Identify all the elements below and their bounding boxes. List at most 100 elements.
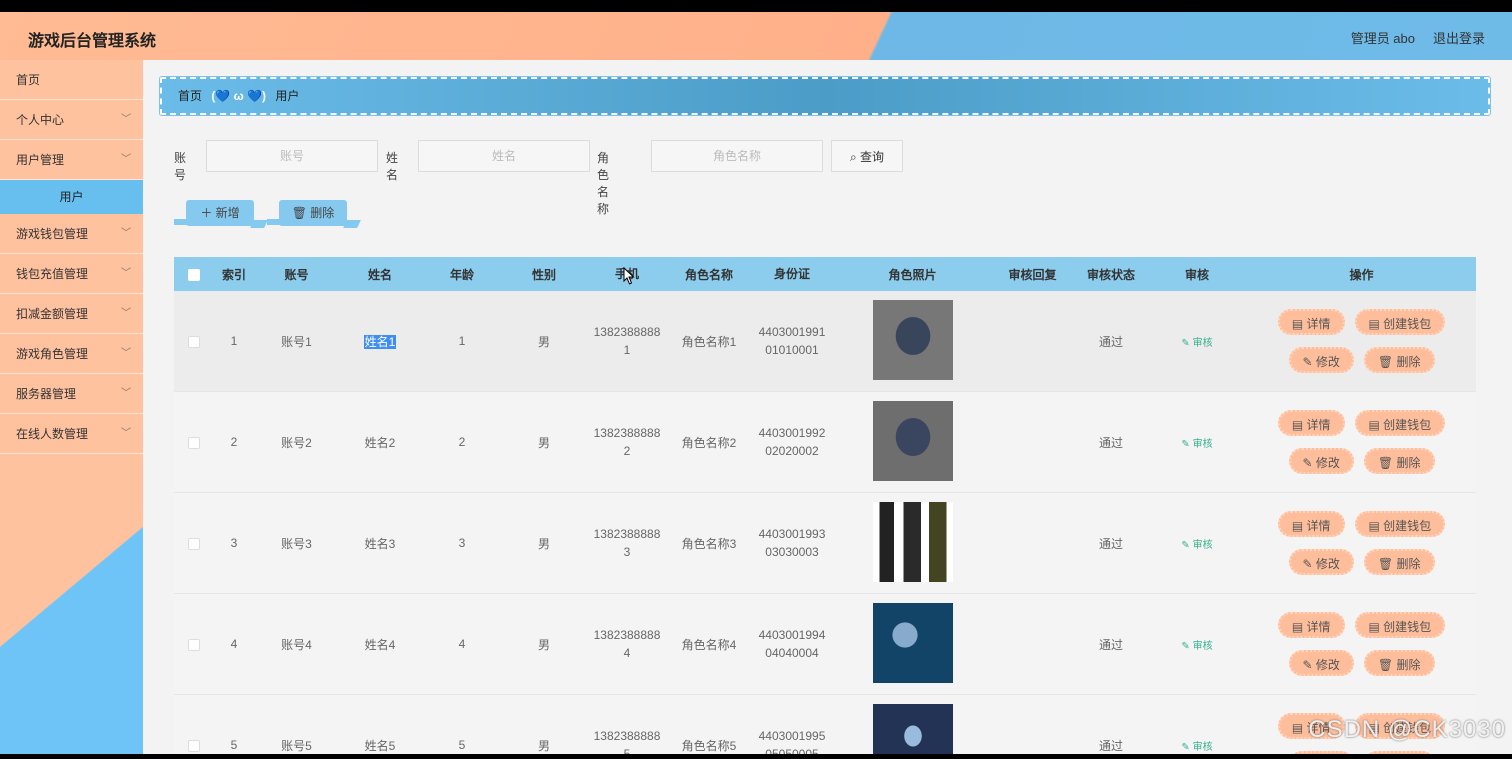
document-icon: ▤ <box>1368 519 1384 533</box>
audit-link[interactable]: ✎ 审核 <box>1181 439 1212 450</box>
row-checkbox[interactable] <box>188 537 200 550</box>
sidebar-item-user-management[interactable]: 用户管理 ﹀ <box>0 140 143 180</box>
cell-status: 通过 <box>1098 536 1123 551</box>
row-checkbox[interactable] <box>188 638 200 651</box>
sidebar-subitem-users[interactable]: 用户 <box>0 180 143 214</box>
cell-account: 账号5 <box>281 738 312 753</box>
logout-link[interactable]: 退出登录 <box>1433 28 1485 47</box>
edit-button[interactable]: ✎ 修改 <box>1288 448 1354 474</box>
cell-name: 姓名3 <box>339 535 421 552</box>
audit-link[interactable]: ✎ 审核 <box>1181 338 1212 349</box>
sidebar-item-deduction[interactable]: 扣减金额管理 ﹀ <box>0 294 143 334</box>
row-checkbox-cell <box>174 334 214 348</box>
cell-role: 角色名称3 <box>681 536 737 551</box>
audit-link[interactable]: ✎ 审核 <box>1181 540 1212 551</box>
cell-phone-line2: 4 <box>623 646 631 660</box>
query-button[interactable]: ⌕ 查询 <box>831 140 903 172</box>
cell-status: 通过 <box>1098 435 1123 450</box>
plus-icon: ＋ <box>200 206 216 220</box>
chevron-down-icon: ﹀ <box>121 228 131 239</box>
delete-button[interactable]: 🗑 删除 <box>1363 549 1435 575</box>
create-wallet-button[interactable]: ▤ 创建钱包 <box>1354 410 1446 436</box>
create-wallet-label: 创建钱包 <box>1383 620 1432 634</box>
delete-button[interactable]: 🗑 删除 <box>1363 650 1435 676</box>
cell-age: 3 <box>458 536 466 550</box>
row-checkbox[interactable] <box>188 739 200 752</box>
sidebar-item-label: 个人中心 <box>16 113 65 127</box>
cell-photo <box>835 400 990 484</box>
trash-icon: 🗑 <box>1377 658 1397 672</box>
cell-age: 5 <box>458 738 466 752</box>
trash-icon: 🗑 <box>1377 456 1397 470</box>
role-input[interactable] <box>651 140 823 172</box>
cell-status: 通过 <box>1098 738 1123 753</box>
cell-idcard: 4403001994 04040004 <box>749 626 835 662</box>
delete-button[interactable]: 🗑 删除 <box>1363 347 1435 373</box>
row-checkbox[interactable] <box>188 335 200 348</box>
sidebar-item-online-count[interactable]: 在线人数管理 ﹀ <box>0 414 143 454</box>
detail-button[interactable]: ▤ 详情 <box>1277 410 1345 436</box>
cell-index: 1 <box>230 334 238 348</box>
select-all-checkbox[interactable] <box>188 268 200 281</box>
detail-button[interactable]: ▤ 详情 <box>1277 612 1345 638</box>
name-input[interactable] <box>418 140 590 172</box>
create-wallet-label: 创建钱包 <box>1383 418 1432 432</box>
sidebar-item-label: 在线人数管理 <box>16 427 89 441</box>
cell-age: 2 <box>458 435 466 449</box>
cell-role: 角色名称5 <box>681 738 737 753</box>
cell-sex: 男 <box>537 738 550 753</box>
detail-button[interactable]: ▤ 详情 <box>1277 309 1345 335</box>
breadcrumb: 首页 (💙 ω 💙) 用户 <box>159 76 1491 116</box>
add-button[interactable]: ＋ 新增 <box>174 200 254 226</box>
edit-button[interactable]: ✎ 修改 <box>1288 650 1354 676</box>
cell-phone-line1: 1382388888 <box>593 426 661 440</box>
batch-delete-button[interactable]: 🗑 删除 <box>267 200 347 226</box>
edit-button[interactable]: ✎ 修改 <box>1288 347 1354 373</box>
delete-button[interactable]: 🗑 删除 <box>1363 448 1435 474</box>
account-input[interactable] <box>206 140 378 172</box>
edit-button[interactable]: ✎ 修改 <box>1288 549 1354 575</box>
top-border <box>0 0 1512 12</box>
sidebar-item-server[interactable]: 服务器管理 ﹀ <box>0 374 143 414</box>
row-checkbox-cell <box>174 435 214 449</box>
breadcrumb-home[interactable]: 首页 <box>178 89 202 103</box>
cell-sex: 男 <box>537 536 550 551</box>
cell-name: 姓名2 <box>339 434 421 451</box>
audit-link[interactable]: ✎ 审核 <box>1181 641 1212 652</box>
add-label: 新增 <box>215 206 240 220</box>
create-wallet-button[interactable]: ▤ 创建钱包 <box>1354 612 1446 638</box>
audit-label: 审核 <box>1192 438 1213 450</box>
op-buttons: ▤ 详情 ▤ 创建钱包 ✎ 修改 🗑 删除 <box>1277 612 1447 676</box>
sidebar-item-game-wallet[interactable]: 游戏钱包管理 ﹀ <box>0 214 143 254</box>
chevron-down-icon: ﹀ <box>121 154 131 165</box>
sidebar-item-label: 游戏角色管理 <box>16 347 89 361</box>
sidebar-item-profile[interactable]: 个人中心 ﹀ <box>0 100 143 140</box>
document-icon: ▤ <box>1368 620 1384 634</box>
role-photo <box>872 602 953 683</box>
row-checkbox[interactable] <box>188 436 200 449</box>
sidebar-item-label: 服务器管理 <box>16 387 77 401</box>
sidebar-item-game-role[interactable]: 游戏角色管理 ﹀ <box>0 334 143 374</box>
detail-button[interactable]: ▤ 详情 <box>1277 511 1345 537</box>
table-row: 5 账号5 姓名5 5 男 1382388888 5 角色名称5 44030019… <box>174 695 1476 754</box>
edit-label: 修改 <box>1315 658 1340 672</box>
cell-account: 账号1 <box>281 334 312 349</box>
cell-age: 1 <box>458 334 466 348</box>
sidebar-item-label: 用户管理 <box>16 153 65 167</box>
sidebar-item-wallet-recharge[interactable]: 钱包充值管理 ﹀ <box>0 254 143 294</box>
row-checkbox-cell <box>174 738 214 752</box>
cell-audit: ✎ 审核 <box>1147 334 1247 349</box>
table-row: 2 账号2 姓名2 2 男 1382388888 2 角色名称2 44030019… <box>174 392 1476 493</box>
cell-account: 账号4 <box>281 637 312 652</box>
create-wallet-button[interactable]: ▤ 创建钱包 <box>1354 309 1446 335</box>
cell-phone-line1: 1382388888 <box>593 729 661 743</box>
cell-operations: ▤ 详情 ▤ 创建钱包 ✎ 修改 🗑 删除 <box>1247 511 1476 575</box>
cell-name: 姓名4 <box>339 636 421 653</box>
create-wallet-label: 创建钱包 <box>1383 317 1432 331</box>
trash-icon: 🗑 <box>1377 557 1397 571</box>
pencil-icon: ✎ <box>1181 741 1193 753</box>
audit-link[interactable]: ✎ 审核 <box>1181 742 1212 753</box>
create-wallet-button[interactable]: ▤ 创建钱包 <box>1354 511 1446 537</box>
chevron-down-icon: ﹀ <box>121 308 131 319</box>
sidebar-item-home[interactable]: 首页 <box>0 60 143 100</box>
